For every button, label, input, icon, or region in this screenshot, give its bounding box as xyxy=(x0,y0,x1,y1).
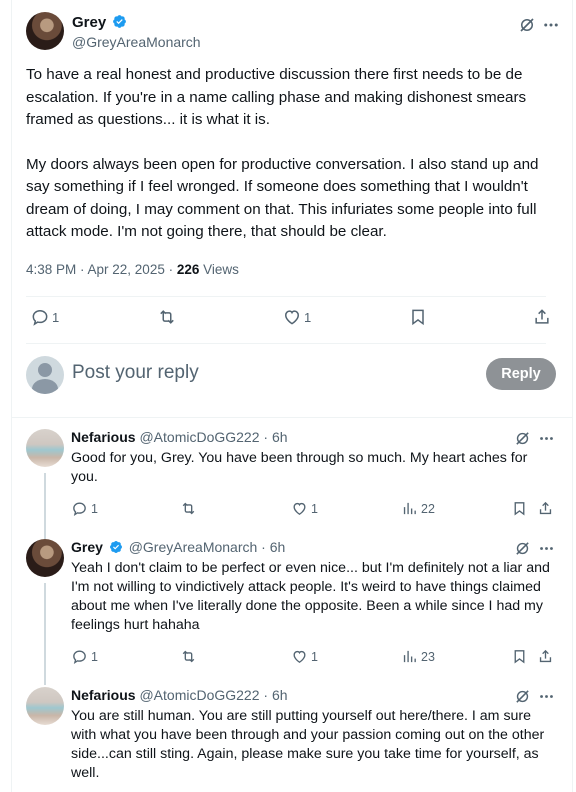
thread-connector xyxy=(44,473,46,539)
reply-tweet[interactable]: Grey @GreyAreaMonarch · 6h Yeah I don't … xyxy=(26,539,556,685)
repost-action[interactable] xyxy=(180,648,197,665)
reply-action-bar: 1 1 23 xyxy=(71,648,556,668)
grok-icon[interactable] xyxy=(518,16,536,34)
reply-action[interactable]: 1 xyxy=(30,307,59,327)
like-action[interactable]: 1 xyxy=(291,500,318,517)
reply-header-icons xyxy=(514,687,556,705)
thread-connector xyxy=(44,583,46,685)
reply-header: Grey @GreyAreaMonarch · 6h xyxy=(71,539,285,555)
reply-count: 1 xyxy=(91,649,98,664)
reply-author-handle[interactable]: @AtomicDoGG222 · 6h xyxy=(139,429,287,445)
share-action[interactable] xyxy=(537,500,554,517)
reply-author-avatar[interactable] xyxy=(26,429,64,467)
divider xyxy=(26,343,546,344)
more-options-icon[interactable] xyxy=(542,16,560,34)
views-count: 22 xyxy=(421,501,435,516)
reply-icon xyxy=(32,309,48,326)
reply-composer: Post your reply Reply xyxy=(26,356,556,394)
reply-header-icons xyxy=(514,539,556,557)
reply-icon xyxy=(73,502,86,517)
views-count: 23 xyxy=(421,649,435,664)
like-count: 1 xyxy=(311,501,318,516)
like-count: 1 xyxy=(304,309,312,325)
share-icon xyxy=(539,649,552,663)
reply-header: Nefarious @AtomicDoGG222 · 6h xyxy=(71,687,288,703)
reply-action-bar: 1 1 22 xyxy=(71,500,556,520)
reply-author-handle[interactable]: @GreyAreaMonarch · 6h xyxy=(129,539,286,555)
reply-text: You are still human. You are still putti… xyxy=(71,708,545,781)
grok-icon[interactable] xyxy=(514,540,531,557)
repost-icon xyxy=(182,650,195,663)
post-body: To have a real honest and productive dis… xyxy=(26,64,550,266)
bookmark-action[interactable] xyxy=(408,307,428,327)
reply-tweet[interactable]: Nefarious @AtomicDoGG222 · 6h You are st… xyxy=(26,687,556,792)
views-action[interactable]: 23 xyxy=(401,648,435,665)
author-name[interactable]: Grey xyxy=(72,14,106,31)
reply-text: Good for you, Grey. You have been throug… xyxy=(71,450,528,485)
reply-author-avatar[interactable] xyxy=(26,687,64,725)
repost-icon xyxy=(182,502,195,515)
bookmark-action[interactable] xyxy=(511,500,528,517)
divider xyxy=(26,296,546,297)
reply-action[interactable]: 1 xyxy=(71,648,98,665)
share-action[interactable] xyxy=(532,307,552,327)
grok-icon[interactable] xyxy=(514,688,531,705)
bookmark-icon xyxy=(514,502,525,516)
reply-count: 1 xyxy=(52,309,60,325)
post-action-bar: 1 1 xyxy=(26,307,556,331)
bookmark-icon xyxy=(412,309,424,326)
grok-icon[interactable] xyxy=(514,430,531,447)
reply-header: Nefarious @AtomicDoGG222 · 6h xyxy=(71,429,288,445)
post-header: Grey @GreyAreaMonarch xyxy=(26,12,560,52)
more-options-icon[interactable] xyxy=(538,540,555,557)
repost-icon xyxy=(160,310,174,324)
more-options-icon[interactable] xyxy=(538,688,555,705)
like-action[interactable]: 1 xyxy=(291,648,318,665)
repost-action[interactable] xyxy=(180,500,197,517)
heart-icon xyxy=(293,502,306,515)
author-name-row[interactable]: Grey xyxy=(72,14,127,31)
reply-action[interactable]: 1 xyxy=(71,500,98,517)
reply-count: 1 xyxy=(91,501,98,516)
more-options-icon[interactable] xyxy=(538,430,555,447)
post-timestamp[interactable]: 4:38 PM · Apr 22, 2025 · xyxy=(26,262,177,277)
reply-author-name[interactable]: Nefarious xyxy=(71,429,136,445)
divider xyxy=(12,417,572,418)
analytics-icon xyxy=(403,650,416,663)
like-count: 1 xyxy=(311,649,318,664)
verified-badge-icon xyxy=(109,541,122,553)
reply-icon xyxy=(73,650,86,665)
analytics-icon xyxy=(403,502,416,515)
post-meta: 4:38 PM · Apr 22, 2025 · 226 Views xyxy=(26,262,239,277)
post-paragraph: My doors always been open for productive… xyxy=(26,155,539,241)
share-icon xyxy=(539,501,552,515)
reply-author-name[interactable]: Nefarious xyxy=(71,687,136,703)
current-user-avatar xyxy=(26,356,64,394)
bookmark-icon xyxy=(514,650,525,664)
reply-author-handle[interactable]: @AtomicDoGG222 · 6h xyxy=(139,687,287,703)
reply-text: Yeah I don't claim to be perfect or even… xyxy=(71,560,550,633)
post-paragraph: To have a real honest and productive dis… xyxy=(26,66,527,128)
reply-input[interactable]: Post your reply xyxy=(72,362,199,384)
author-handle[interactable]: @GreyAreaMonarch xyxy=(72,34,201,50)
share-icon xyxy=(535,309,549,324)
bookmark-action[interactable] xyxy=(511,648,528,665)
reply-author-name[interactable]: Grey xyxy=(71,539,103,555)
reply-tweet[interactable]: Nefarious @AtomicDoGG222 · 6h Good for y… xyxy=(26,429,556,539)
views-action[interactable]: 22 xyxy=(401,500,435,517)
reply-author-avatar[interactable] xyxy=(26,539,64,577)
views-label: Views xyxy=(199,262,239,277)
views-count: 226 xyxy=(176,262,200,277)
heart-icon xyxy=(293,650,306,663)
reply-button[interactable]: Reply xyxy=(486,358,556,390)
heart-icon xyxy=(284,310,300,325)
share-action[interactable] xyxy=(537,648,554,665)
like-action[interactable]: 1 xyxy=(282,307,311,327)
author-avatar[interactable] xyxy=(26,12,64,50)
reply-header-icons xyxy=(514,429,556,447)
repost-action[interactable] xyxy=(157,307,177,327)
verified-badge-icon xyxy=(113,15,127,28)
